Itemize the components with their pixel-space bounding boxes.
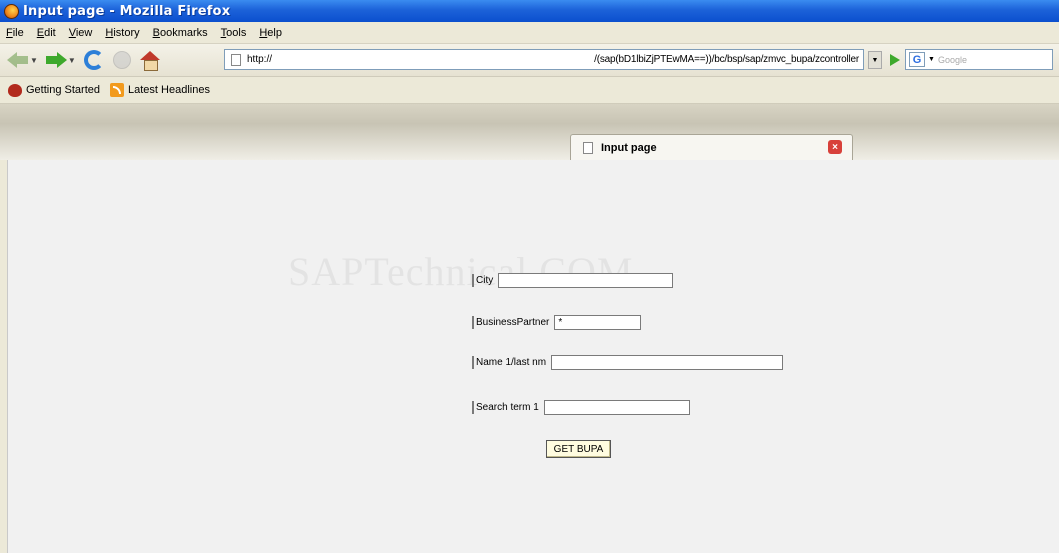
tab-title: Input page xyxy=(601,141,657,154)
url-path: /(sap(bD1lbiZjPTEwMA==))/bc/bsp/sap/zmvc… xyxy=(594,54,859,65)
field-marker xyxy=(472,401,474,414)
menu-help[interactable]: Help xyxy=(259,27,282,39)
forward-dropdown-icon[interactable]: ▼ xyxy=(68,56,76,65)
menu-bookmarks[interactable]: Bookmarks xyxy=(153,27,208,39)
menu-file[interactable]: File xyxy=(6,27,24,39)
reload-icon xyxy=(83,50,104,70)
reload-button[interactable] xyxy=(82,48,106,72)
search-engine-dropdown-icon[interactable]: ▼ xyxy=(928,56,935,63)
firefox-icon xyxy=(4,3,19,19)
back-arrow-icon xyxy=(7,52,29,68)
back-dropdown-icon[interactable]: ▼ xyxy=(30,56,38,65)
page-icon xyxy=(231,53,241,66)
search-box[interactable]: G ▼ Google xyxy=(905,49,1053,70)
bookmark-label: Latest Headlines xyxy=(128,84,210,96)
stop-icon xyxy=(112,51,131,69)
menu-tools[interactable]: Tools xyxy=(221,27,247,39)
menu-bar: File Edit View History Bookmarks Tools H… xyxy=(0,22,1059,44)
search-term-label: Search term 1 xyxy=(476,402,539,413)
page-content: SAPTechnical.COM City BusinessPartner Na… xyxy=(7,160,1059,553)
city-input[interactable] xyxy=(498,273,674,288)
tab-input-page[interactable]: Input page × xyxy=(570,134,853,160)
go-arrow-icon[interactable] xyxy=(890,54,900,66)
search-placeholder: Google xyxy=(937,54,967,65)
search-term-input[interactable] xyxy=(543,400,690,415)
forward-arrow-icon xyxy=(45,52,67,68)
business-partner-input[interactable] xyxy=(554,315,642,330)
forward-button[interactable] xyxy=(44,48,68,72)
window-title-bar: Input page - Mozilla Firefox xyxy=(0,0,1059,22)
name-input[interactable] xyxy=(551,355,784,370)
address-bar[interactable]: http:// /(sap(bD1lbiZjPTEwMA==))/bc/bsp/… xyxy=(224,49,864,70)
tab-page-icon xyxy=(583,141,593,154)
rss-icon xyxy=(110,83,124,97)
tab-strip xyxy=(0,104,1059,160)
url-host: http:// xyxy=(247,54,273,65)
field-marker xyxy=(472,274,474,287)
google-icon[interactable]: G xyxy=(909,52,925,67)
menu-edit[interactable]: Edit xyxy=(37,27,56,39)
search-term-row: Search term 1 xyxy=(472,400,690,415)
bookmark-getting-started[interactable]: Getting Started xyxy=(8,83,100,97)
bookmark-latest-headlines[interactable]: Latest Headlines xyxy=(110,83,210,97)
business-partner-label: BusinessPartner xyxy=(476,317,550,328)
home-icon xyxy=(139,51,160,71)
field-marker xyxy=(472,356,474,369)
back-button[interactable] xyxy=(6,48,30,72)
field-marker xyxy=(472,316,474,329)
bookmarks-toolbar: Getting Started Latest Headlines xyxy=(0,77,1059,104)
get-bupa-button[interactable]: GET BUPA xyxy=(546,440,611,458)
bookmark-label: Getting Started xyxy=(26,84,100,96)
menu-history[interactable]: History xyxy=(105,27,139,39)
business-partner-row: BusinessPartner xyxy=(472,315,642,330)
url-history-dropdown-icon[interactable]: ▼ xyxy=(868,51,882,69)
getting-started-icon xyxy=(8,83,22,97)
window-title: Input page - Mozilla Firefox xyxy=(23,3,231,19)
city-row: City xyxy=(472,273,674,288)
home-button[interactable] xyxy=(138,48,162,72)
city-label: City xyxy=(476,275,494,286)
navigation-toolbar: ▼ ▼ http:// /(sap(bD1lbiZjPTEwMA==))/bc/… xyxy=(0,44,1059,77)
menu-view[interactable]: View xyxy=(69,27,93,39)
stop-button[interactable] xyxy=(110,48,134,72)
name-row: Name 1/last nm xyxy=(472,355,784,370)
close-tab-icon[interactable]: × xyxy=(828,140,842,154)
name-label: Name 1/last nm xyxy=(476,357,547,368)
